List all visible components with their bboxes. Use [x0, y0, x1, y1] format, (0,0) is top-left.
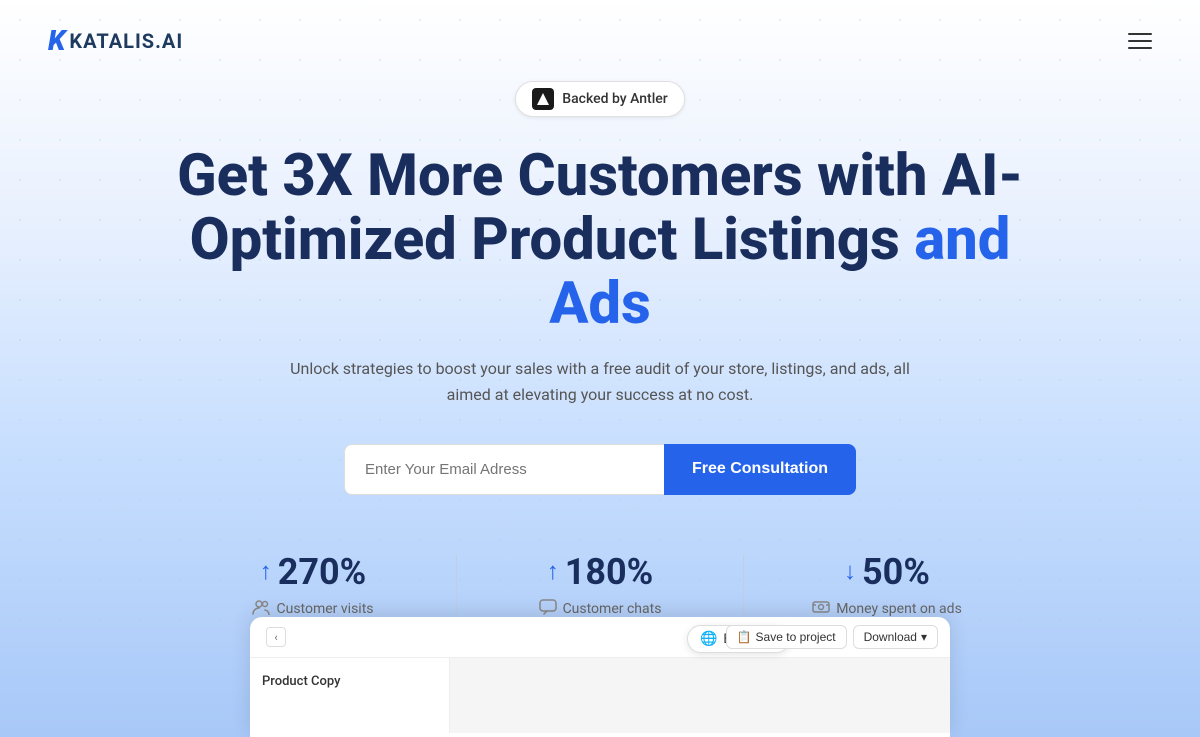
nav-back-button[interactable]: ‹: [266, 627, 286, 647]
navbar: K KATALIS.AI: [0, 0, 1200, 81]
email-input[interactable]: [344, 444, 664, 495]
hamburger-line-1: [1128, 33, 1152, 35]
stat-value-ads: ↓ 50%: [844, 551, 930, 593]
ads-label: Money spent on ads: [836, 601, 962, 617]
stat-label-chats: Customer chats: [539, 599, 662, 619]
hero-subheading: Unlock strategies to boost your sales wi…: [290, 356, 910, 407]
stat-label-visits: Customer visits: [252, 599, 373, 619]
stat-number-chats: 180%: [565, 551, 654, 593]
arrow-up-icon: ↑: [260, 557, 272, 586]
visits-icon: [252, 599, 270, 619]
antler-badge: Backed by Antler: [515, 81, 685, 117]
free-consultation-button[interactable]: Free Consultation: [664, 444, 856, 495]
stat-label-ads: Money spent on ads: [812, 599, 962, 619]
stat-customer-visits: ↑ 270% Customer visits: [170, 551, 456, 619]
antler-icon: [532, 88, 554, 110]
save-icon: 📋: [737, 630, 752, 644]
email-form: Free Consultation: [344, 444, 856, 495]
preview-card: ‹ 🌐 English ▾ 📋 Save to project Download…: [250, 617, 950, 737]
ads-icon: [812, 599, 830, 619]
hamburger-menu[interactable]: [1128, 33, 1152, 49]
hamburger-line-2: [1128, 40, 1152, 42]
logo[interactable]: K KATALIS.AI: [48, 24, 183, 57]
arrow-down-icon: ↓: [844, 557, 856, 586]
preview-main: [450, 658, 950, 733]
ui-preview: ‹ 🌐 English ▾ 📋 Save to project Download…: [250, 617, 950, 737]
download-button[interactable]: Download ▾: [853, 625, 938, 649]
chevron-down-icon-2: ▾: [921, 630, 927, 644]
arrow-up-icon-2: ↑: [547, 557, 559, 586]
action-buttons: 📋 Save to project Download ▾: [726, 625, 938, 649]
stat-value-visits: ↑ 270%: [260, 551, 367, 593]
globe-icon: 🌐: [700, 631, 717, 647]
hamburger-line-3: [1128, 47, 1152, 49]
preview-body: Product Copy: [250, 658, 950, 733]
stat-customer-chats: ↑ 180% Customer chats: [457, 551, 743, 619]
chats-icon: [539, 599, 557, 619]
stat-money-ads: ↓ 50% Money spent on ads: [744, 551, 1030, 619]
save-to-project-button[interactable]: 📋 Save to project: [726, 625, 847, 649]
product-copy-label: Product Copy: [262, 674, 340, 689]
preview-nav: ‹: [266, 627, 286, 647]
main-content: Backed by Antler Get 3X More Customers w…: [0, 81, 1200, 619]
stats-row: ↑ 270% Customer visits ↑ 180%: [170, 551, 1030, 619]
hero-heading-highlight: and Ads: [549, 206, 1010, 338]
chats-label: Customer chats: [563, 601, 662, 617]
stat-value-chats: ↑ 180%: [547, 551, 654, 593]
logo-icon: K: [48, 24, 65, 57]
stat-number-visits: 270%: [278, 551, 367, 593]
logo-text: KATALIS.AI: [69, 29, 183, 53]
preview-topbar: ‹ 🌐 English ▾ 📋 Save to project Download…: [250, 617, 950, 658]
stat-number-ads: 50%: [862, 551, 930, 593]
preview-sidebar: Product Copy: [250, 658, 450, 733]
hero-heading: Get 3X More Customers with AI-Optimized …: [150, 145, 1050, 336]
badge-label: Backed by Antler: [562, 91, 668, 107]
visits-label: Customer visits: [276, 601, 373, 617]
